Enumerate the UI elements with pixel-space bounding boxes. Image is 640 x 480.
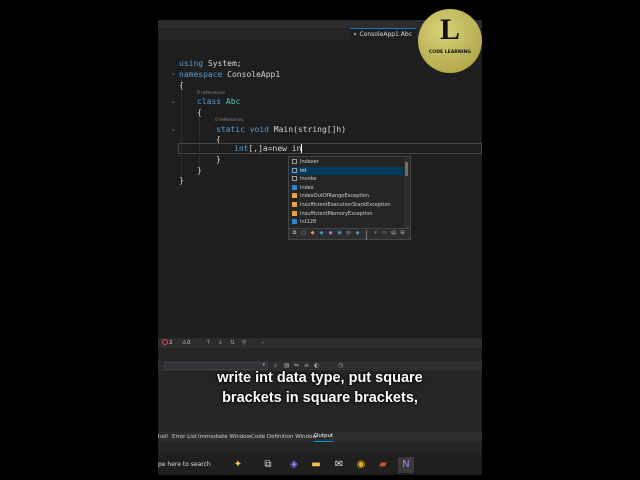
text-caret [301,144,303,153]
task-view-icon[interactable]: ⧉ [262,459,274,471]
chrome-icon[interactable]: ◉ [355,459,367,471]
error-count[interactable]: 2 [162,338,173,348]
file-explorer-icon[interactable]: ▬ [310,459,322,471]
completion-item[interactable]: Int128 [290,218,403,227]
keyword-icon [292,167,297,173]
fold-toggle-icon[interactable]: ⌄ [171,126,176,133]
filter-delegate-icon[interactable]: ◆ [355,231,360,236]
filter-enum-icon[interactable]: ▣ [337,231,342,236]
completion-item[interactable]: InsufficientExecutionStackException [290,201,403,210]
fold-toggle-icon[interactable]: ⌄ [171,70,176,77]
filter-icon[interactable]: ⧉ [292,231,297,236]
struct-icon [292,219,297,225]
copilot-icon[interactable]: ◈ [288,459,300,471]
completion-item[interactable]: Invoke [290,175,403,184]
struct-icon [292,184,297,190]
completion-item-label: InsufficientMemoryException [300,210,373,217]
completion-item-label: IndexOutOfRangeException [300,193,369,200]
code-line-9: } [216,155,221,164]
filter-issues-icon[interactable]: ⚲ [242,338,246,348]
copilot-sparkle-icon[interactable]: ✦ [232,459,244,471]
tab-error-list[interactable]: Error List [172,432,197,442]
completion-item-label: int [300,167,307,174]
completion-filter-bar: ⧉ ▢ ◆ ◆ ◆ ▣ ◎ ◆ { } ⚡ ▭ ▤ ⊞ [289,228,410,241]
filter-struct-icon[interactable]: ◆ [319,231,324,236]
sort-icon[interactable]: ⇅ [230,338,235,348]
class-icon [292,210,297,216]
editor-status-strip: 2 ⚠0 ↑ ↓ ⇅ ⚲ › [158,338,482,348]
intellisense-completion-list[interactable]: Indexer int Invoke Index IndexOutOfRangeExce… [288,156,411,241]
filter-event-icon[interactable]: ⚡ [373,231,378,236]
completion-item-label: Index [300,184,314,191]
completion-item[interactable]: IndexOutOfRangeException [290,192,403,201]
tab-immediate-window[interactable]: Immediate Window [198,432,251,442]
tool-window-tabs: hell Error List Immediate Window Code De… [158,432,482,442]
completion-scrollbar[interactable] [404,158,409,230]
visual-studio-icon[interactable]: N [398,457,414,473]
mail-icon[interactable]: ✉ [333,459,345,471]
completion-item[interactable]: InsufficientMemoryException [290,210,403,219]
filter-snippet-icon[interactable]: ▭ [382,231,387,236]
keyword-icon [292,159,297,164]
code-line-11: } [179,176,184,185]
code-line-2: namespace ConsoleApp1 [179,70,281,79]
video-subtitle: write int data type, put square brackets… [158,368,482,408]
completion-item[interactable]: int [290,166,403,176]
completion-item-label: Invoke [300,176,317,183]
completion-item-label: InsufficientExecutionStackException [300,202,391,208]
chevron-right-icon[interactable]: › [262,338,264,348]
fold-toggle-icon[interactable]: ⌄ [171,98,176,105]
main-references-codelens[interactable]: 0 references [215,118,243,123]
error-icon [162,339,168,345]
class-icon [292,193,297,199]
tab-developer-shell[interactable]: hell [158,432,168,442]
subtitle-line-2: brackets in square brackets, [222,390,418,406]
code-line-3: { [179,81,184,90]
windows-taskbar: pe here to search ✦ ⧉ ◈ ▬ ✉ ◉ ▰ ▦ N [158,455,482,475]
filter-interface-icon[interactable]: ◎ [346,231,351,236]
filter-keyword-icon[interactable]: ▢ [301,231,306,236]
filter-method-icon[interactable]: ◆ [328,231,333,236]
filter-extension-icon[interactable]: ▤ [391,231,396,236]
filter-namespace-icon[interactable]: { } [364,231,369,241]
taskbar-search-box[interactable]: pe here to search [158,455,232,475]
code-line-8[interactable]: int[,]a=new in [179,143,303,154]
class-icon [292,202,297,207]
completion-item-label: Int128 [300,219,317,226]
logo-name: CODE LEARNING [428,50,472,55]
powerpoint-icon[interactable]: ▰ [377,459,389,471]
next-issue-icon[interactable]: ↓ [218,338,223,348]
warning-count[interactable]: ⚠0 [182,338,190,348]
scrollbar-thumb[interactable] [405,162,408,176]
code-line-5: { [197,108,202,117]
code-learning-logo: L CODE LEARNING [418,9,482,73]
completion-item-label: Indexer [300,159,319,165]
subtitle-line-1: write int data type, put square [217,370,423,386]
logo-letter: L [439,13,460,46]
tab-code-definition-window[interactable]: Code Definition Window [251,432,317,442]
code-line-4: class Abc [197,97,241,106]
filter-class-icon[interactable]: ◆ [310,231,315,236]
tab-dropdown-icon[interactable]: ▾ [354,31,357,38]
tab-title: ConsoleApp1.Abc [359,31,412,38]
keyword-icon [292,176,297,182]
completion-item[interactable]: Indexer [290,158,403,167]
tab-output[interactable]: Output [314,432,334,442]
previous-issue-icon[interactable]: ↑ [206,338,211,348]
filter-expand-icon[interactable]: ⊞ [400,231,405,236]
code-editor[interactable]: using System; ⌄ namespace ConsoleApp1 { … [158,40,482,356]
code-line-1: using System; [179,59,242,68]
completion-item[interactable]: Index [290,184,403,193]
